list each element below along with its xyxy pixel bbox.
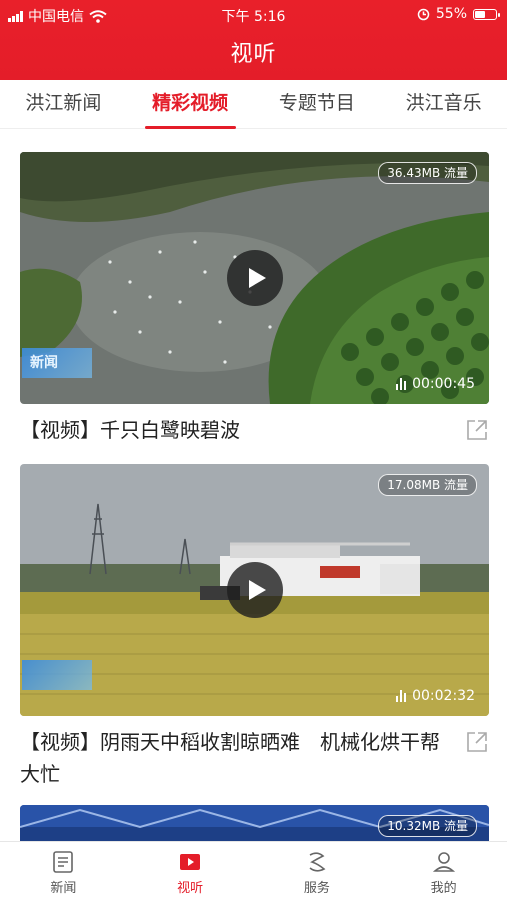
video-feed[interactable]: 新闻 36.43MB 流量 00:00:45 【视频】千只白鹭映碧波 17.08…	[0, 129, 507, 841]
video-thumbnail[interactable]: 10.32MB 流量	[20, 805, 489, 841]
video-card[interactable]: 10.32MB 流量	[20, 805, 489, 841]
nav-profile-label: 我的	[430, 881, 457, 896]
alarm-icon	[417, 8, 430, 20]
data-usage-badge: 36.43MB 流量	[378, 162, 477, 184]
nav-news-label: 新闻	[50, 881, 77, 896]
video-icon	[177, 850, 203, 874]
duration-label: 00:02:32	[412, 688, 475, 704]
channel-logo	[22, 660, 92, 690]
category-tabs: 洪江新闻 精彩视频 专题节目 洪江音乐	[0, 80, 507, 129]
top-bar: 中国电信 下午 5:16 55% 视听	[0, 0, 507, 80]
play-icon[interactable]	[226, 562, 283, 618]
status-bar: 中国电信 下午 5:16 55%	[0, 0, 507, 28]
nav-profile[interactable]: 我的	[380, 842, 507, 901]
video-title[interactable]: 【视频】千只白鹭映碧波	[20, 418, 240, 442]
data-usage-badge: 17.08MB 流量	[378, 474, 477, 496]
tab-hongjiang-news[interactable]: 洪江新闻	[0, 80, 127, 128]
video-card[interactable]: 17.08MB 流量 00:02:32 【视频】阴雨天中稻收割晾晒难 机械化烘干…	[20, 464, 489, 790]
tab-featured-videos[interactable]: 精彩视频	[127, 80, 254, 129]
video-card[interactable]: 新闻 36.43MB 流量 00:00:45 【视频】千只白鹭映碧波	[20, 152, 489, 446]
profile-icon	[431, 850, 457, 874]
nav-audio-video-label: 视听	[177, 881, 204, 896]
volume-bars-icon	[396, 378, 407, 390]
channel-logo: 新闻	[22, 348, 92, 378]
volume-bars-icon	[396, 690, 407, 702]
tab-special-programs[interactable]: 专题节目	[254, 80, 381, 128]
data-usage-badge: 10.32MB 流量	[378, 815, 477, 837]
newspaper-icon	[50, 850, 76, 874]
bottom-nav: 新闻 视听 服务 我的	[0, 841, 507, 901]
nav-service[interactable]: 服务	[254, 842, 381, 901]
video-thumbnail[interactable]: 新闻 36.43MB 流量 00:00:45	[20, 152, 489, 404]
duration-label: 00:00:45	[412, 376, 475, 392]
nav-news[interactable]: 新闻	[0, 842, 127, 901]
battery-icon	[473, 8, 500, 20]
video-thumbnail[interactable]: 17.08MB 流量 00:02:32	[20, 464, 489, 716]
share-icon[interactable]	[465, 730, 489, 754]
nav-audio-video[interactable]: 视听	[127, 842, 254, 901]
page-title: 视听	[230, 42, 277, 67]
service-icon	[304, 850, 330, 874]
video-duration: 00:00:45	[396, 376, 475, 392]
battery-percent: 55%	[435, 6, 467, 22]
share-icon[interactable]	[465, 418, 489, 442]
nav-service-label: 服务	[303, 881, 330, 896]
video-duration: 00:02:32	[396, 688, 475, 704]
video-title[interactable]: 【视频】阴雨天中稻收割晾晒难 机械化烘干帮大忙	[20, 730, 440, 786]
tab-hongjiang-music[interactable]: 洪江音乐	[380, 80, 507, 128]
play-icon[interactable]	[226, 250, 283, 306]
